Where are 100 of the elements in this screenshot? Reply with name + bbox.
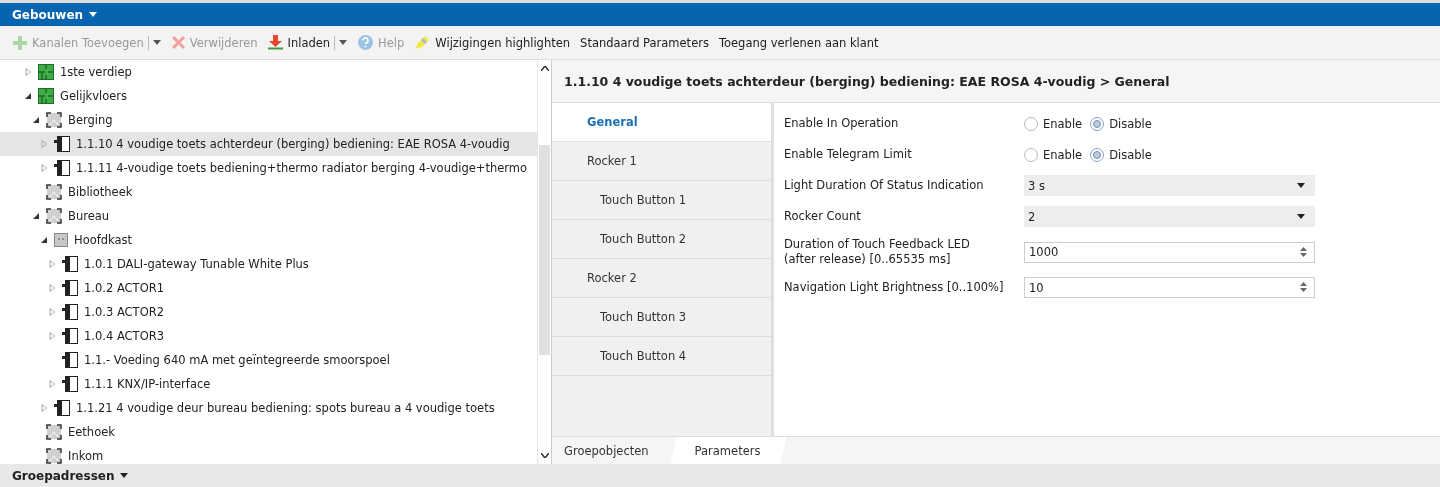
room-icon — [46, 112, 62, 128]
room-icon — [46, 424, 62, 440]
collapsed-arrow-icon[interactable] — [48, 332, 56, 340]
cabinet-icon — [54, 233, 68, 247]
tree-item[interactable]: 1.0.1 DALI-gateway Tunable White Plus — [0, 252, 537, 276]
collapsed-arrow-icon[interactable] — [40, 140, 48, 148]
collapsed-arrow-icon[interactable] — [40, 164, 48, 172]
collapsed-arrow-icon[interactable] — [48, 260, 56, 268]
tree-item-label: 1.1.11 4-voudige toets bediening+thermo radiator berging 4-voudige+thermo — [76, 161, 528, 175]
tree-item[interactable]: 1.0.4 ACTOR3 — [0, 324, 537, 348]
number-field[interactable]: 1000 — [1024, 241, 1315, 263]
toolbar-button[interactable]: Inladen — [262, 30, 333, 55]
spinner-arrows-icon[interactable] — [1300, 281, 1307, 293]
device-icon — [62, 328, 78, 344]
tree-item[interactable]: Inkom — [0, 444, 537, 464]
download-icon — [267, 35, 283, 50]
collapsed-arrow-icon[interactable] — [24, 68, 32, 76]
tab[interactable]: Groepobjecten — [554, 437, 671, 464]
tree-item[interactable]: 1.1.21 4 voudige deur bureau bediening: spots bureau a 4 voudige toets — [0, 396, 537, 420]
tree-item-label: 1.0.2 ACTOR1 — [84, 281, 164, 295]
spinner-arrows-icon[interactable] — [1300, 245, 1307, 258]
scroll-up-icon[interactable] — [540, 66, 549, 71]
scroll-down-icon[interactable] — [540, 453, 549, 458]
section-title[interactable]: Gebouwen — [12, 7, 84, 22]
device-icon — [62, 280, 78, 296]
tree-item-label: Eethoek — [68, 425, 115, 439]
device-icon — [54, 160, 70, 176]
tree-item-label: Berging — [68, 113, 113, 127]
tree-item[interactable]: Hoofdkast — [0, 228, 537, 252]
section-title[interactable]: Groepadressen — [12, 468, 115, 483]
tree-item[interactable]: Bureau — [0, 204, 537, 228]
caret-icon — [1297, 214, 1305, 219]
radio-option[interactable]: Enable — [1024, 116, 1083, 131]
tree-item[interactable]: Berging — [0, 108, 537, 132]
tree-item[interactable]: 1.1.1 KNX/IP-interface — [0, 372, 537, 396]
tree-item-label: Hoofdkast — [74, 233, 133, 247]
tree-item[interactable]: 1.1.11 4-voudige toets bediening+thermo radiator berging 4-voudige+thermo — [0, 156, 537, 180]
caret-icon — [89, 12, 98, 17]
tab[interactable]: Parameters — [670, 437, 787, 464]
floor-plan-icon — [38, 64, 54, 80]
nav-item[interactable]: General — [552, 103, 771, 142]
plus-icon — [13, 35, 27, 50]
toolbar-button[interactable]: Toegang verlenen aan klant — [713, 30, 884, 55]
tree-item[interactable]: 1.0.2 ACTOR1 — [0, 276, 537, 300]
radio-option[interactable]: Disable — [1090, 116, 1152, 131]
dropdown-field[interactable]: 3 s — [1024, 175, 1315, 196]
parameter-label: Enable In Operation — [784, 116, 900, 131]
radio-option[interactable]: Disable — [1090, 147, 1152, 162]
parameter-label: Navigation Light Brightness [0..100%] — [784, 280, 1005, 295]
tree-item[interactable]: 1.0.3 ACTOR2 — [0, 300, 537, 324]
toolbar-button[interactable]: Standaard Parameters — [575, 30, 714, 55]
radio-option[interactable]: Enable — [1024, 147, 1083, 162]
room-icon — [46, 448, 62, 464]
tree-item[interactable]: 1.1.10 4 voudige toets achterdeur (berging) bediening: EAE ROSA 4-voudig — [0, 132, 537, 156]
parameter-label: Rocker Count — [784, 209, 862, 224]
tree-item-label: Gelijkvloers — [60, 89, 128, 103]
expanded-arrow-icon[interactable] — [24, 92, 32, 100]
parameter-label: Light Duration Of Status Indication — [784, 178, 985, 193]
tree-item-label: 1.0.1 DALI-gateway Tunable White Plus — [84, 257, 309, 271]
tree-item-label: Bibliotheek — [68, 185, 133, 199]
tree-item[interactable]: Gelijkvloers — [0, 84, 537, 108]
tree-item-label: 1ste verdiep — [60, 65, 132, 79]
cross-icon — [171, 36, 185, 49]
scrollbar-thumb[interactable] — [539, 145, 550, 355]
dropdown-field[interactable]: 2 — [1024, 206, 1315, 227]
collapsed-arrow-icon[interactable] — [48, 284, 56, 292]
collapsed-arrow-icon[interactable] — [40, 404, 48, 412]
caret-icon — [1297, 183, 1305, 188]
tree-item-label: 1.1.1 KNX/IP-interface — [84, 377, 211, 391]
tree-item-label: 1.0.4 ACTOR3 — [84, 329, 164, 343]
tree-item-label: Inkom — [68, 449, 104, 463]
collapsed-arrow-icon[interactable] — [48, 308, 56, 316]
tree-item[interactable]: 1.1.- Voeding 640 mA met geïntegreerde smoorspoel — [0, 348, 537, 372]
tree-item[interactable]: Eethoek — [0, 420, 537, 444]
expanded-arrow-icon[interactable] — [40, 236, 48, 244]
tree-item-label: Bureau — [68, 209, 110, 223]
expanded-arrow-icon[interactable] — [32, 212, 40, 220]
collapsed-arrow-icon[interactable] — [48, 380, 56, 388]
parameter-label: Enable Telegram Limit — [784, 147, 913, 162]
toolbar-button[interactable]: Wijzigingen highlighten — [409, 30, 576, 55]
tree-item-label: 1.0.3 ACTOR2 — [84, 305, 164, 319]
tree-item-label: 1.1.- Voeding 640 mA met geïntegreerde smoorspoel — [84, 353, 390, 367]
tree-item-label: 1.1.10 4 voudige toets achterdeur (berging) bediening: EAE ROSA 4-voudig — [76, 137, 510, 151]
device-icon — [62, 376, 78, 392]
caret-icon — [120, 473, 129, 478]
tree-item[interactable]: 1ste verdiep — [0, 60, 537, 84]
help-icon — [358, 35, 374, 50]
device-icon — [62, 304, 78, 320]
highlighter-icon — [414, 35, 431, 50]
device-icon — [54, 136, 70, 152]
floor-plan-icon — [38, 88, 54, 104]
number-field[interactable]: 10 — [1024, 277, 1315, 298]
device-icon — [54, 400, 70, 416]
device-icon — [62, 256, 78, 272]
room-icon — [46, 184, 62, 200]
tree-item-label: 1.1.21 4 voudige deur bureau bediening: spots bureau a 4 voudige toets — [76, 401, 495, 415]
scrollbar[interactable] — [537, 60, 551, 464]
expanded-arrow-icon[interactable] — [32, 116, 40, 124]
tree-item[interactable]: Bibliotheek — [0, 180, 537, 204]
room-icon — [46, 208, 62, 224]
